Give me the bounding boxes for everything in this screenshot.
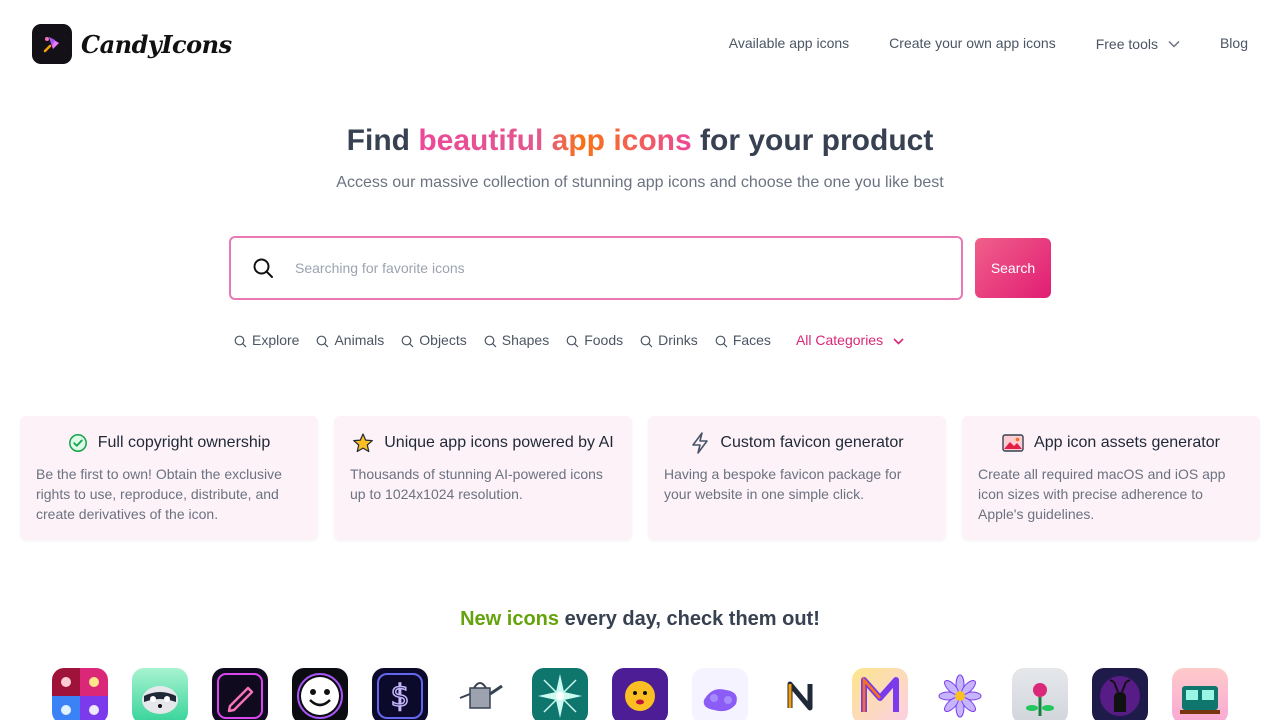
category-label: Animals (334, 332, 385, 348)
category-faces[interactable]: Faces (715, 332, 771, 348)
category-animals[interactable]: Animals (316, 332, 384, 348)
check-badge-icon (68, 434, 87, 452)
nav-blog[interactable]: Blog (1220, 35, 1248, 51)
app-icon-flower[interactable] (932, 668, 988, 720)
app-icon-raccoon[interactable] (132, 668, 188, 720)
site-header: CandyIcons Available app icons Create yo… (0, 0, 1280, 88)
search-box (229, 236, 963, 300)
nav-available-icons[interactable]: Available app icons (729, 35, 849, 51)
feature-text: Thousands of stunning AI-powered icons u… (350, 466, 603, 502)
app-icon-deer[interactable] (1092, 668, 1148, 720)
all-categories-label: All Categories (795, 332, 884, 348)
app-icon-face-emoji[interactable] (612, 668, 668, 720)
app-icon-smiley[interactable] (292, 668, 348, 720)
search-icon (317, 335, 329, 347)
title-post: for your product (691, 124, 934, 157)
image-icon (1002, 434, 1024, 452)
search-icon (566, 335, 579, 347)
app-icon-plant[interactable] (1012, 668, 1068, 720)
search-icon (253, 258, 273, 278)
feature-title: Unique app icons powered by AI (384, 434, 614, 451)
candy-logo-icon (32, 24, 72, 64)
feature-card-header: App icon assets generator (978, 432, 1244, 454)
nav-free-tools-label: Free tools (1095, 36, 1158, 52)
feature-title: Full copyright ownership (97, 434, 271, 451)
category-label: Drinks (658, 332, 698, 348)
category-bar: Explore Animals Objects Shapes Foods Dri… (234, 332, 904, 348)
feature-cards: Full copyright ownership Be the first to… (20, 416, 1260, 540)
feature-card-assets: App icon assets generator Create all req… (962, 416, 1260, 540)
nav-free-tools[interactable]: Free tools (1096, 36, 1180, 52)
search-icon (715, 335, 728, 347)
category-label: Explore (252, 332, 300, 348)
main-nav: Available app icons Create your own app … (729, 34, 1248, 52)
star-icon (353, 433, 374, 453)
chevron-down-icon (893, 337, 904, 345)
feature-title: Custom favicon generator (720, 434, 904, 451)
feature-text: Having a bespoke favicon package for you… (664, 466, 902, 502)
lightning-icon (692, 432, 709, 454)
feature-text: Be the first to own! Obtain the exclusiv… (36, 466, 282, 522)
new-icons-rest: every day, check them out! (559, 608, 820, 630)
app-icon-pencil[interactable] (212, 668, 268, 720)
feature-card-header: Unique app icons powered by AI (350, 432, 616, 454)
app-icon-star-burst[interactable] (532, 668, 588, 720)
app-icon-tiles[interactable] (52, 668, 108, 720)
logo[interactable]: CandyIcons (32, 24, 232, 64)
search-icon (234, 335, 247, 347)
category-label: Shapes (501, 332, 550, 348)
new-icons-highlight: New icons (460, 608, 560, 630)
app-icon-dollar[interactable]: $ (372, 668, 428, 720)
feature-card-favicon: Custom favicon generator Having a bespok… (648, 416, 946, 540)
category-shapes[interactable]: Shapes (484, 332, 549, 348)
app-icon-3d-shape[interactable] (692, 668, 748, 720)
category-label: Faces (732, 332, 771, 348)
category-explore[interactable]: Explore (234, 332, 299, 348)
all-categories-dropdown[interactable]: All Categories (796, 332, 904, 348)
feature-card-header: Custom favicon generator (664, 432, 930, 454)
category-label: Objects (419, 332, 467, 348)
app-icon-letter-n[interactable] (772, 668, 828, 720)
search-input[interactable] (295, 260, 915, 276)
feature-card-ai: Unique app icons powered by AI Thousands… (334, 416, 632, 540)
feature-text: Create all required macOS and iOS app ic… (978, 466, 1226, 522)
search-icon (640, 335, 653, 347)
new-icons-heading: New icons every day, check them out! (0, 608, 1280, 631)
feature-title: App icon assets generator (1034, 434, 1220, 451)
app-icon-bus[interactable] (1172, 668, 1228, 720)
feature-card-header: Full copyright ownership (36, 432, 302, 454)
category-drinks[interactable]: Drinks (640, 332, 698, 348)
title-pre: Find (346, 124, 419, 157)
category-label: Foods (584, 332, 624, 348)
page-subtitle: Access our massive collection of stunnin… (336, 174, 944, 191)
brand-name: CandyIcons (81, 29, 232, 59)
search-icon (484, 335, 497, 347)
feature-card-copyright: Full copyright ownership Be the first to… (20, 416, 318, 540)
title-highlight: beautiful app icons (418, 124, 692, 157)
search-icon (401, 335, 414, 347)
nav-create-icons[interactable]: Create your own app icons (889, 35, 1056, 51)
category-objects[interactable]: Objects (401, 332, 467, 348)
new-icons-row: $ (52, 668, 1228, 720)
app-icon-watering-can[interactable] (452, 668, 508, 720)
svg-text:$: $ (390, 679, 409, 714)
page-title: Find beautiful app icons for your produc… (0, 124, 1280, 158)
chevron-down-icon (1168, 40, 1180, 48)
category-foods[interactable]: Foods (566, 332, 623, 348)
search-button[interactable]: Search (975, 238, 1051, 298)
app-icon-letter-m[interactable] (852, 668, 908, 720)
